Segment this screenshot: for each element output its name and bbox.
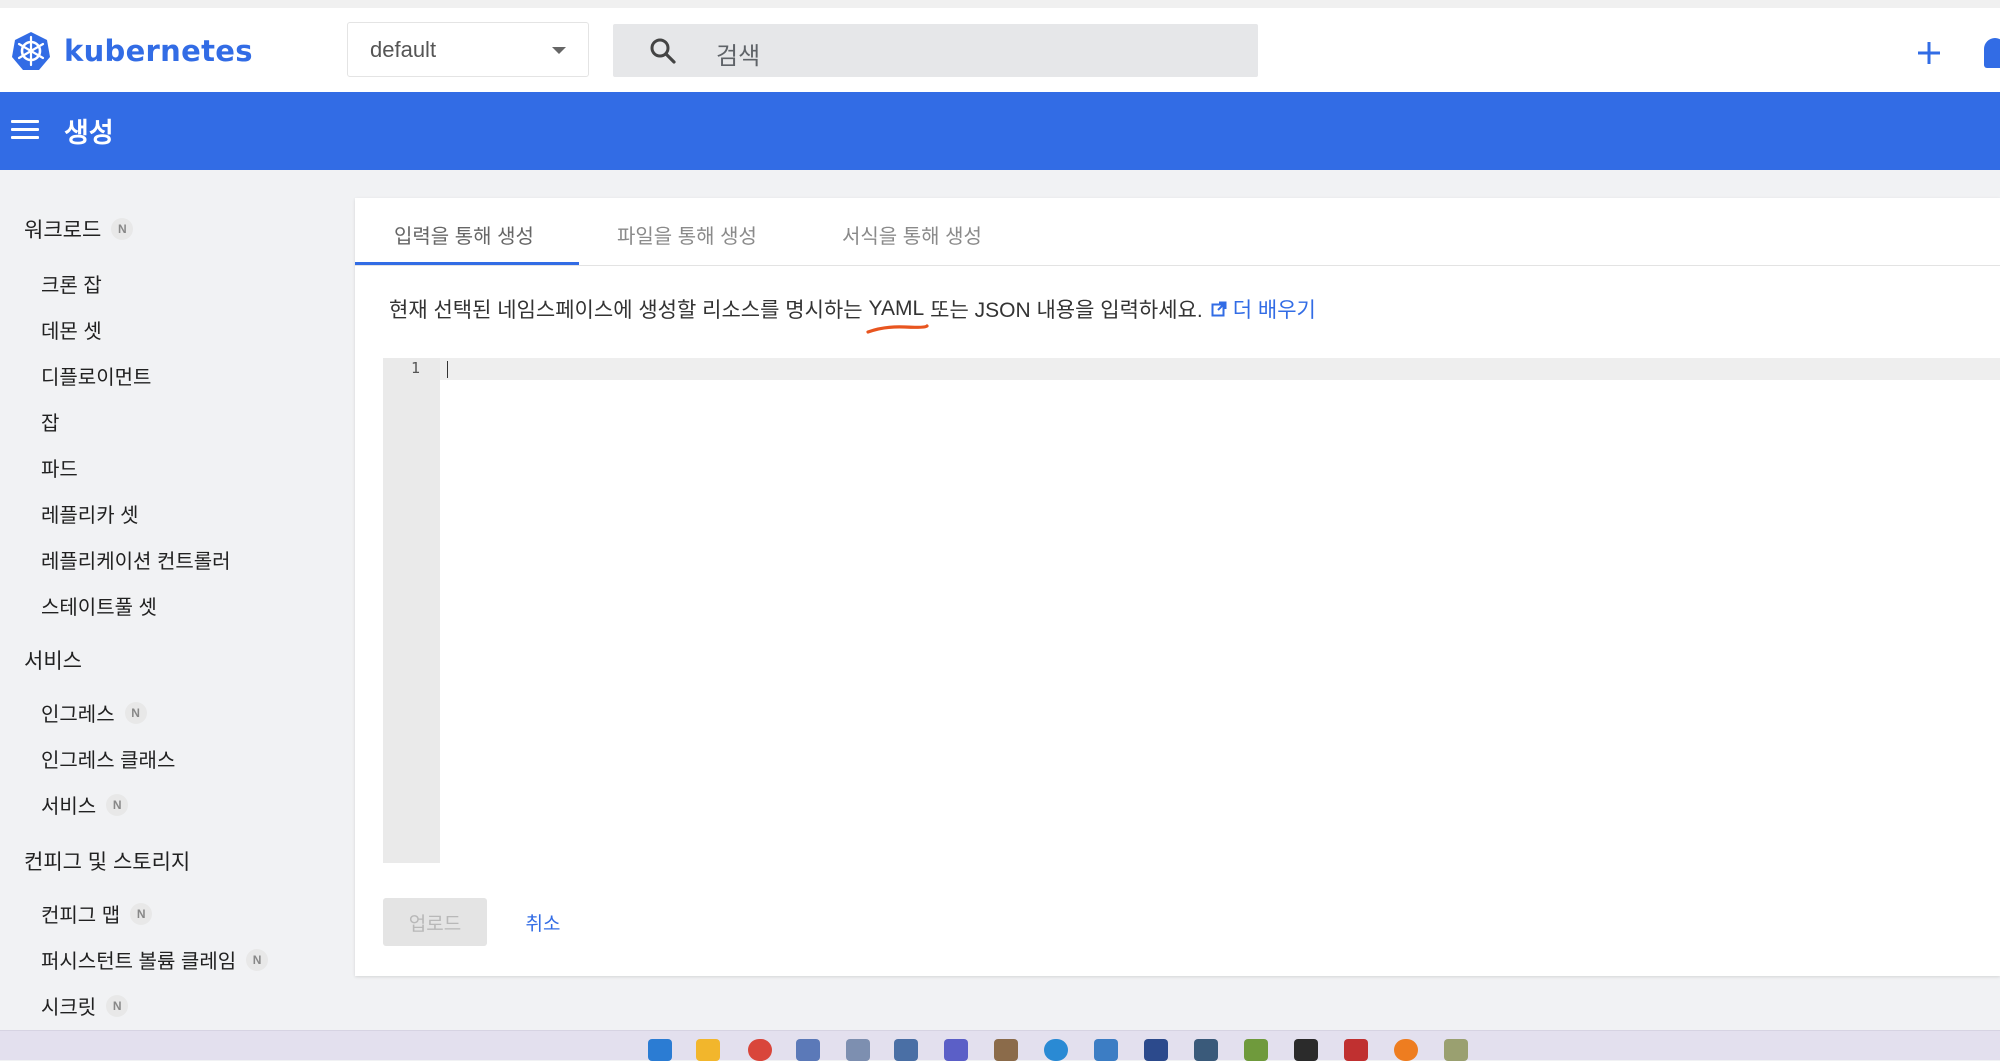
logo-text: kubernetes bbox=[64, 34, 253, 68]
sidebar-item-replicasets[interactable]: 레플리카 셋 bbox=[41, 499, 139, 528]
sidebar-item-pods[interactable]: 파드 bbox=[41, 453, 78, 482]
sidebar-item-label: 시크릿 bbox=[41, 997, 97, 1019]
caret-down-icon bbox=[552, 47, 566, 54]
upload-button[interactable]: 업로드 bbox=[383, 898, 487, 946]
app-icon[interactable] bbox=[944, 1039, 968, 1061]
cancel-button[interactable]: 취소 bbox=[503, 898, 583, 946]
file-explorer-icon[interactable] bbox=[696, 1039, 720, 1061]
kubernetes-logo[interactable]: kubernetes bbox=[10, 30, 253, 72]
sidebar-section-config-storage[interactable]: 컨피그 및 스토리지 bbox=[24, 846, 190, 876]
app-icon[interactable] bbox=[1094, 1039, 1118, 1061]
namespaced-badge: N bbox=[130, 902, 153, 925]
sidebar-item-deployments[interactable]: 디플로이먼트 bbox=[41, 361, 151, 390]
create-plus-icon[interactable] bbox=[1912, 36, 1946, 70]
sidebar-item-cronjobs[interactable]: 크론 잡 bbox=[41, 269, 102, 298]
sidebar-section-label: 서비스 bbox=[24, 650, 82, 673]
tab-create-from-file[interactable]: 파일을 통해 생성 bbox=[617, 220, 757, 249]
sidebar-item-label: 데몬 셋 bbox=[41, 321, 102, 343]
notification-bell-icon[interactable] bbox=[1984, 38, 2000, 68]
external-link-icon bbox=[1211, 301, 1227, 317]
sidebar-item-label: 컨피그 맵 bbox=[41, 905, 121, 927]
sidebar-item-label: 인그레스 클래스 bbox=[41, 750, 176, 772]
sidebar-item-configmaps[interactable]: 컨피그 맵 N bbox=[41, 899, 153, 928]
windows-start-icon[interactable] bbox=[648, 1039, 672, 1061]
sidebar-item-label: 파드 bbox=[41, 459, 78, 481]
sidebar-item-label: 디플로이먼트 bbox=[41, 367, 152, 389]
sidebar-item-secrets[interactable]: 시크릿 N bbox=[41, 991, 129, 1020]
active-tab-indicator bbox=[355, 262, 579, 265]
learn-more-link[interactable]: 더 배우기 bbox=[1211, 294, 1316, 324]
chrome-icon[interactable] bbox=[748, 1039, 772, 1061]
active-line-highlight bbox=[440, 358, 2000, 380]
sidebar-item-ingressclasses[interactable]: 인그레스 클래스 bbox=[41, 744, 175, 773]
app-icon[interactable] bbox=[1444, 1039, 1468, 1061]
tab-create-from-form[interactable]: 서식을 통해 생성 bbox=[842, 220, 982, 249]
sidebar-item-label: 크론 잡 bbox=[41, 275, 102, 297]
page-title: 생성 bbox=[64, 118, 114, 148]
app-icon[interactable] bbox=[1194, 1039, 1218, 1061]
search-bar[interactable]: 검색 bbox=[613, 24, 1258, 77]
learn-more-text: 더 배우기 bbox=[1232, 299, 1316, 322]
terminal-icon[interactable] bbox=[1294, 1039, 1318, 1061]
app-icon[interactable] bbox=[1244, 1039, 1268, 1061]
sidebar-item-services[interactable]: 서비스 N bbox=[41, 790, 129, 819]
sidebar-item-statefulsets[interactable]: 스테이트풀 셋 bbox=[41, 591, 157, 620]
create-resource-card: 입력을 통해 생성 파일을 통해 생성 서식을 통해 생성 현재 선택된 네임스… bbox=[355, 198, 2000, 976]
namespaced-badge: N bbox=[246, 948, 269, 971]
sidebar-section-services[interactable]: 서비스 bbox=[24, 645, 82, 675]
title-bar: 생성 bbox=[0, 92, 2000, 170]
editor-gutter: 1 bbox=[383, 358, 440, 863]
namespace-value: default bbox=[370, 36, 437, 62]
tab-create-from-input[interactable]: 입력을 통해 생성 bbox=[394, 220, 534, 249]
app-icon[interactable] bbox=[1144, 1039, 1168, 1061]
sidebar-item-replicationcontrollers[interactable]: 레플리케이션 컨트롤러 bbox=[41, 545, 231, 574]
os-taskbar bbox=[0, 1030, 2000, 1061]
description-text-tail: 또는 JSON 내용을 입력하세요. bbox=[930, 299, 1203, 322]
namespaced-badge: N bbox=[111, 218, 134, 240]
namespace-select[interactable]: default bbox=[347, 22, 589, 77]
yaml-editor[interactable]: 1 bbox=[383, 358, 2000, 863]
app-icon[interactable] bbox=[1344, 1039, 1368, 1061]
search-icon bbox=[650, 38, 676, 64]
sidebar-item-label: 잡 bbox=[41, 413, 60, 435]
sidebar-item-daemonsets[interactable]: 데몬 셋 bbox=[41, 315, 102, 344]
kubernetes-logo-icon bbox=[12, 32, 50, 70]
app-icon[interactable] bbox=[1044, 1039, 1068, 1061]
sidebar-item-ingresses[interactable]: 인그레스 N bbox=[41, 698, 147, 727]
namespaced-badge: N bbox=[106, 793, 129, 816]
app-icon[interactable] bbox=[846, 1039, 870, 1061]
sidebar-nav: 워크로드 N 크론 잡 데몬 셋 디플로이먼트 잡 파드 레플리카 셋 레플리케… bbox=[0, 170, 340, 1030]
app-icon[interactable] bbox=[1394, 1039, 1418, 1061]
line-number: 1 bbox=[411, 359, 421, 377]
sidebar-section-workloads[interactable]: 워크로드 N bbox=[24, 214, 134, 244]
sidebar-section-label: 워크로드 bbox=[24, 219, 102, 242]
yaml-text: YAML bbox=[868, 297, 925, 320]
create-description: 현재 선택된 네임스페이스에 생성할 리소스를 명시하는 YAML 또는 JSO… bbox=[389, 294, 1316, 334]
description-text: 현재 선택된 네임스페이스에 생성할 리소스를 명시하는 bbox=[389, 299, 863, 322]
sidebar-item-jobs[interactable]: 잡 bbox=[41, 407, 59, 436]
sidebar-item-label: 레플리케이션 컨트롤러 bbox=[41, 551, 231, 573]
annotation-underline bbox=[865, 324, 929, 334]
sidebar-item-label: 인그레스 bbox=[41, 704, 115, 726]
namespaced-badge: N bbox=[124, 701, 147, 724]
sidebar-section-label: 컨피그 및 스토리지 bbox=[24, 851, 191, 874]
app-icon[interactable] bbox=[796, 1039, 820, 1061]
hamburger-menu-icon[interactable] bbox=[11, 120, 39, 140]
text-cursor bbox=[447, 361, 448, 378]
app-icon[interactable] bbox=[994, 1039, 1018, 1061]
sidebar-item-label: 퍼시스턴트 볼륨 클레임 bbox=[41, 951, 237, 973]
sidebar-item-label: 서비스 bbox=[41, 796, 97, 818]
top-bar: kubernetes default 검색 bbox=[0, 0, 2000, 92]
search-input[interactable]: 검색 bbox=[716, 36, 760, 71]
sidebar-item-label: 스테이트풀 셋 bbox=[41, 597, 157, 619]
create-tabs: 입력을 통해 생성 파일을 통해 생성 서식을 통해 생성 bbox=[355, 198, 2000, 266]
sidebar-item-persistentvolumeclaims[interactable]: 퍼시스턴트 볼륨 클레임 N bbox=[41, 945, 269, 974]
notepad-icon[interactable] bbox=[894, 1039, 918, 1061]
namespaced-badge: N bbox=[106, 994, 129, 1017]
yaml-keyword: YAML bbox=[865, 297, 929, 334]
sidebar-item-label: 레플리카 셋 bbox=[41, 505, 139, 527]
